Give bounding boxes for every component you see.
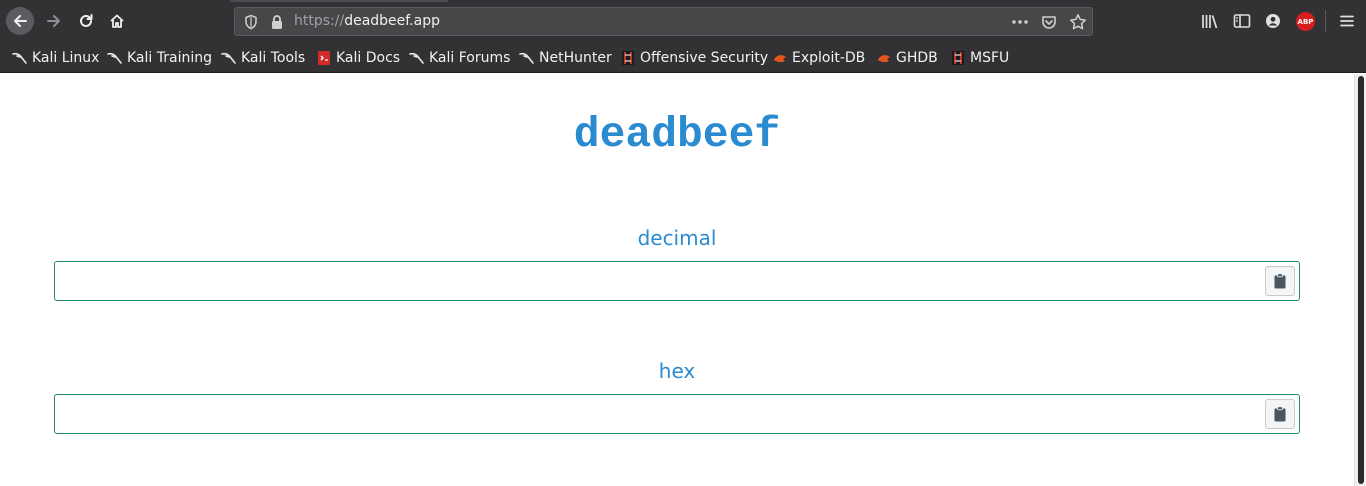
clipboard-icon	[1274, 273, 1286, 289]
hamburger-menu-icon[interactable]	[1339, 13, 1355, 29]
exploitdb-icon	[772, 50, 788, 66]
hex-field	[54, 394, 1300, 434]
kali-dragon-icon	[221, 50, 237, 66]
sidebar-toggle-icon[interactable]	[1233, 13, 1251, 29]
library-icon[interactable]	[1201, 13, 1219, 29]
back-button[interactable]	[6, 7, 34, 35]
bookmark-kali-docs[interactable]: Kali Docs	[316, 48, 400, 68]
kali-dragon-icon	[519, 50, 535, 66]
bookmark-ghdb[interactable]: GHDB	[876, 48, 938, 68]
page-content: deadbeef decimal hex	[0, 74, 1354, 486]
toolbar-separator	[1325, 10, 1326, 32]
forward-button[interactable]	[40, 7, 68, 35]
bookmark-kali-linux[interactable]: Kali Linux	[12, 48, 99, 68]
hex-input[interactable]	[55, 395, 1255, 433]
kali-dragon-icon	[12, 50, 28, 66]
decimal-input[interactable]	[55, 262, 1255, 300]
active-tab-indicator	[230, 0, 448, 2]
reload-icon	[80, 14, 93, 27]
bookmark-label: Kali Training	[127, 50, 212, 66]
page-scrollbar[interactable]	[1354, 74, 1366, 486]
bookmark-label: Kali Tools	[241, 50, 306, 66]
bookmark-label: MSFU	[970, 50, 1010, 66]
address-bar[interactable]: https://deadbeef.app	[234, 7, 1093, 36]
offsec-icon	[950, 50, 966, 66]
lock-icon[interactable]	[270, 14, 284, 30]
reload-button[interactable]	[72, 7, 100, 35]
bookmark-label: NetHunter	[539, 50, 612, 66]
url-protocol: https://	[294, 13, 345, 29]
browser-toolbar: https://deadbeef.app ABP	[0, 0, 1366, 42]
clipboard-icon	[1274, 406, 1286, 422]
bookmark-kali-tools[interactable]: Kali Tools	[221, 48, 305, 68]
adblock-plus-icon[interactable]: ABP	[1296, 12, 1315, 31]
decimal-label: decimal	[637, 226, 717, 250]
bookmark-star-icon[interactable]	[1069, 13, 1087, 31]
url-host: deadbeef.app	[344, 13, 440, 29]
page-title: deadbeef	[573, 110, 781, 159]
kali-dragon-icon	[107, 50, 123, 66]
account-icon[interactable]	[1265, 13, 1281, 29]
bookmark-nethunter[interactable]: NetHunter	[519, 48, 612, 68]
bookmark-offensive-security[interactable]: Offensive Security	[620, 48, 768, 68]
arrow-left-icon	[14, 15, 27, 27]
bookmark-exploit-db[interactable]: Exploit-DB	[772, 48, 865, 68]
tracking-shield-icon[interactable]	[244, 14, 258, 30]
offsec-icon	[620, 50, 636, 66]
decimal-field	[54, 261, 1300, 301]
kali-dragon-icon	[409, 50, 425, 66]
bookmark-label: Offensive Security	[640, 50, 769, 66]
bookmark-kali-training[interactable]: Kali Training	[107, 48, 212, 68]
bookmark-label: Kali Forums	[429, 50, 511, 66]
home-button[interactable]	[103, 7, 131, 35]
arrow-right-icon	[47, 15, 60, 27]
bookmark-label: GHDB	[896, 50, 938, 66]
kali-docs-icon	[316, 50, 332, 66]
url-text[interactable]: https://deadbeef.app	[294, 13, 440, 29]
page-actions-icon[interactable]	[1011, 14, 1029, 30]
bookmark-kali-forums[interactable]: Kali Forums	[409, 48, 510, 68]
bookmark-label: Kali Linux	[32, 50, 100, 66]
exploitdb-icon	[876, 50, 892, 66]
bookmark-label: Exploit-DB	[792, 50, 866, 66]
hex-label: hex	[658, 359, 696, 383]
bookmark-msfu[interactable]: MSFU	[950, 48, 1009, 68]
bookmarks-toolbar: Kali Linux Kali Training Kali Tools Kali…	[0, 42, 1366, 73]
decimal-copy-button[interactable]	[1265, 266, 1295, 296]
scrollbar-thumb[interactable]	[1358, 76, 1364, 484]
bookmark-label: Kali Docs	[336, 50, 401, 66]
home-icon	[110, 14, 124, 28]
adblock-plus-label: ABP	[1297, 17, 1314, 26]
pocket-icon[interactable]	[1041, 14, 1057, 30]
hex-copy-button[interactable]	[1265, 399, 1295, 429]
